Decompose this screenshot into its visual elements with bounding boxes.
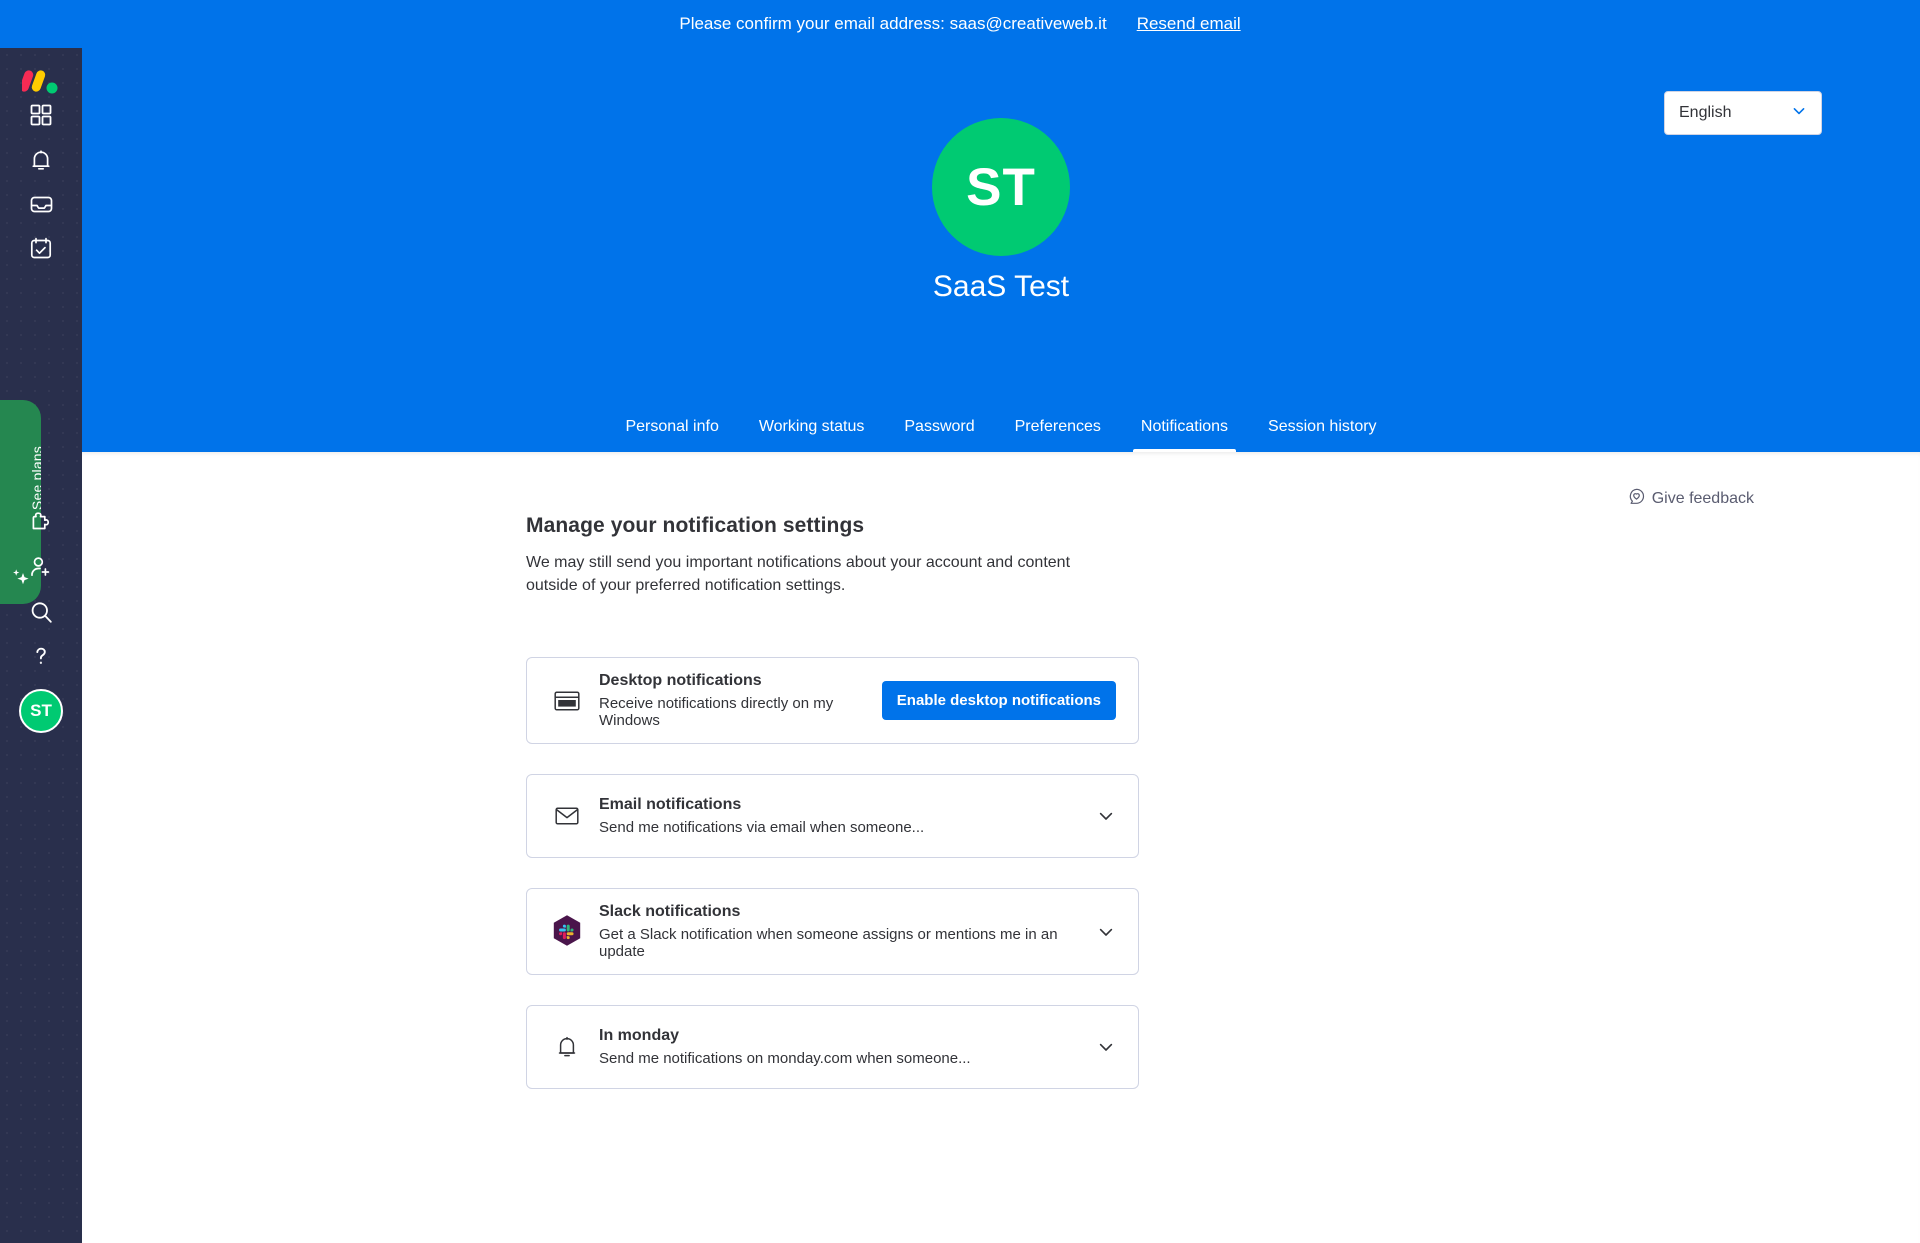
profile-avatar[interactable]: ST xyxy=(932,118,1070,256)
tab-personal-info[interactable]: Personal info xyxy=(605,406,738,452)
tab-session-history[interactable]: Session history xyxy=(1248,406,1397,452)
bell-icon xyxy=(30,149,52,172)
card-description: Receive notifications directly on my Win… xyxy=(599,695,834,730)
card-desktop-notifications[interactable]: Desktop notifications Receive notificati… xyxy=(526,657,1139,745)
sidebar-item-home[interactable] xyxy=(24,98,58,132)
section-title: Manage your notification settings xyxy=(526,514,865,537)
profile-tabs: Personal info Working status Password Pr… xyxy=(82,406,1920,452)
card-in-monday-notifications[interactable]: In monday Send me notifications on monda… xyxy=(526,1005,1139,1090)
chevron-down-icon xyxy=(1791,103,1807,124)
expand-chevron-down-icon[interactable] xyxy=(1096,1037,1116,1057)
card-texts: Desktop notifications Receive notificati… xyxy=(599,658,882,743)
expand-chevron-down-icon[interactable] xyxy=(1096,922,1116,942)
grid-apps-icon xyxy=(30,104,52,126)
see-plans-label: See plans xyxy=(28,446,42,511)
card-title: Email notifications xyxy=(599,796,742,814)
card-description: Send me notifications via email when som… xyxy=(599,819,925,837)
card-texts: Email notifications Send me notification… xyxy=(599,782,1086,850)
give-feedback-label: Give feedback xyxy=(1651,490,1754,507)
enable-desktop-notifications-button[interactable]: Enable desktop notifications xyxy=(881,681,1116,721)
sidebar-item-search[interactable] xyxy=(24,595,58,629)
section-subtitle: We may still send you important notifica… xyxy=(526,554,1071,594)
page-title: SaaS Test xyxy=(932,270,1070,303)
help-question-icon xyxy=(30,645,52,667)
card-title: Desktop notifications xyxy=(599,672,762,690)
add-user-icon xyxy=(29,556,53,578)
slack-icon xyxy=(549,914,585,950)
card-email-notifications[interactable]: Email notifications Send me notification… xyxy=(526,774,1139,859)
card-slack-notifications[interactable]: Slack notifications Get a Slack notifica… xyxy=(526,888,1139,976)
bell-icon xyxy=(549,1029,585,1065)
calendar-check-icon xyxy=(30,237,52,259)
card-texts: In monday Send me notifications on monda… xyxy=(599,1013,1086,1081)
sidebar-item-invite-members[interactable] xyxy=(24,550,58,584)
expand-chevron-down-icon[interactable] xyxy=(1096,806,1116,826)
envelope-icon xyxy=(549,798,585,834)
search-icon xyxy=(30,601,53,624)
language-select[interactable]: English xyxy=(1664,91,1822,135)
sidebar-avatar-initials: ST xyxy=(30,701,52,720)
monday-logo[interactable] xyxy=(19,66,60,96)
sidebar-item-inbox[interactable] xyxy=(24,187,58,221)
desktop-window-icon xyxy=(549,683,585,719)
give-feedback-button[interactable]: Give feedback xyxy=(1628,488,1754,510)
feedback-heart-bubble-icon xyxy=(1628,488,1645,510)
sidebar-item-notifications[interactable] xyxy=(24,143,58,177)
sidebar-item-apps[interactable] xyxy=(24,505,58,539)
main-content: Give feedback Manage your notification s… xyxy=(82,452,1920,1243)
card-description: Send me notifications on monday.com when… xyxy=(599,1050,971,1068)
notification-settings-panel: Manage your notification settings We may… xyxy=(526,514,1286,1119)
sidebar-item-my-work[interactable] xyxy=(24,231,58,265)
language-value: English xyxy=(1679,104,1732,121)
profile-header: English ST SaaS Test Personal info Worki… xyxy=(82,48,1920,452)
sidebar-avatar[interactable]: ST xyxy=(19,689,63,733)
sidebar-item-help[interactable] xyxy=(24,639,58,673)
puzzle-icon xyxy=(29,511,53,534)
tab-notifications[interactable]: Notifications xyxy=(1121,406,1248,452)
resend-email-link[interactable]: Resend email xyxy=(1137,14,1241,34)
profile-avatar-initials: ST xyxy=(966,157,1036,217)
left-sidebar: See plans ST xyxy=(0,48,82,1243)
card-title: In monday xyxy=(599,1027,680,1045)
card-title: Slack notifications xyxy=(599,903,741,921)
banner-message: Please confirm your email address: saas@… xyxy=(679,14,1107,33)
notification-cards-list: Desktop notifications Receive notificati… xyxy=(526,657,1286,1090)
tab-preferences[interactable]: Preferences xyxy=(995,406,1121,452)
card-texts: Slack notifications Get a Slack notifica… xyxy=(599,889,1086,974)
email-confirmation-banner: Please confirm your email address: saas@… xyxy=(0,0,1920,48)
inbox-icon xyxy=(30,194,53,215)
card-description: Get a Slack notification when someone as… xyxy=(599,926,1058,961)
tab-password[interactable]: Password xyxy=(884,406,994,452)
tab-working-status[interactable]: Working status xyxy=(739,406,885,452)
